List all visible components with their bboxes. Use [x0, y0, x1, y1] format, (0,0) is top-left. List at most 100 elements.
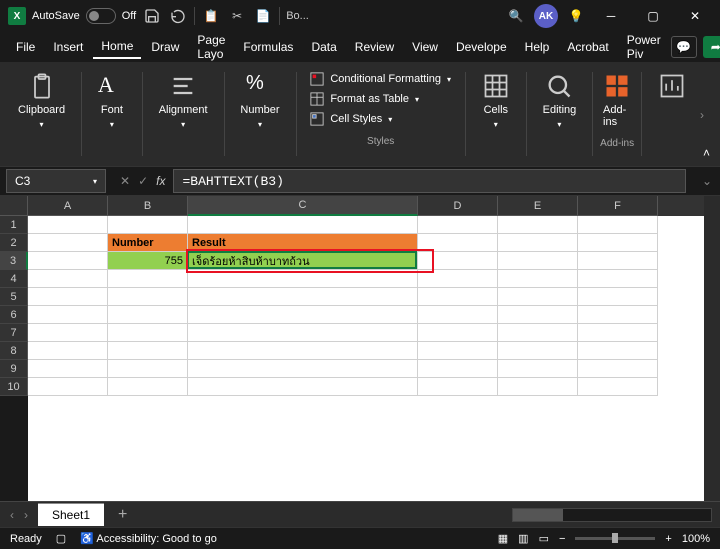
comments-button[interactable]: 💬	[671, 36, 697, 58]
cell-A2[interactable]	[28, 234, 108, 252]
cell-D8[interactable]	[418, 342, 498, 360]
macro-record-icon[interactable]: ▢	[56, 532, 66, 545]
col-header-D[interactable]: D	[418, 196, 498, 216]
cut-icon[interactable]: ✂	[227, 6, 247, 26]
menu-review[interactable]: Review	[347, 36, 402, 58]
cell-F3[interactable]	[578, 252, 658, 270]
col-header-F[interactable]: F	[578, 196, 658, 216]
menu-help[interactable]: Help	[517, 36, 558, 58]
cell-A9[interactable]	[28, 360, 108, 378]
cell-A5[interactable]	[28, 288, 108, 306]
cell-B1[interactable]	[108, 216, 188, 234]
avatar[interactable]: AK	[534, 4, 558, 28]
cell-D9[interactable]	[418, 360, 498, 378]
undo-icon[interactable]	[168, 6, 188, 26]
cell-E2[interactable]	[498, 234, 578, 252]
cell-B5[interactable]	[108, 288, 188, 306]
cell-C3[interactable]: เจ็ดร้อยห้าสิบห้าบาทถ้วน	[188, 252, 418, 270]
cell-D10[interactable]	[418, 378, 498, 396]
cell-E10[interactable]	[498, 378, 578, 396]
number-button[interactable]: % Number▾	[236, 68, 283, 133]
analyze-button[interactable]	[654, 68, 690, 104]
lightbulb-icon[interactable]: 💡	[566, 6, 586, 26]
cell-C9[interactable]	[188, 360, 418, 378]
menu-draw[interactable]: Draw	[143, 36, 187, 58]
clipboard-button[interactable]: Clipboard▾	[14, 68, 69, 133]
menu-page-layout[interactable]: Page Layo	[189, 29, 233, 65]
select-all-corner[interactable]	[0, 196, 28, 216]
cell-A8[interactable]	[28, 342, 108, 360]
col-header-C[interactable]: C	[188, 196, 418, 216]
cell-B8[interactable]	[108, 342, 188, 360]
accept-formula-icon[interactable]: ✓	[138, 174, 148, 188]
menu-acrobat[interactable]: Acrobat	[559, 36, 616, 58]
chevron-down-icon[interactable]: ▾	[93, 177, 97, 186]
row-header-4[interactable]: 4	[0, 270, 28, 288]
horizontal-scrollbar[interactable]	[512, 508, 712, 522]
cell-E5[interactable]	[498, 288, 578, 306]
cell-A7[interactable]	[28, 324, 108, 342]
cell-E3[interactable]	[498, 252, 578, 270]
cancel-formula-icon[interactable]: ✕	[120, 174, 130, 188]
row-header-3[interactable]: 3	[0, 252, 28, 270]
menu-formulas[interactable]: Formulas	[235, 36, 301, 58]
paste-icon[interactable]: 📋	[201, 6, 221, 26]
cell-A10[interactable]	[28, 378, 108, 396]
menu-insert[interactable]: Insert	[45, 36, 91, 58]
menu-developer[interactable]: Develope	[448, 36, 515, 58]
cell-C7[interactable]	[188, 324, 418, 342]
menu-view[interactable]: View	[404, 36, 446, 58]
cell-B2[interactable]: Number	[108, 234, 188, 252]
formula-input[interactable]: =BAHTTEXT(B3)	[173, 169, 685, 193]
menu-home[interactable]: Home	[93, 35, 141, 59]
cell-D1[interactable]	[418, 216, 498, 234]
row-header-8[interactable]: 8	[0, 342, 28, 360]
cell-B7[interactable]	[108, 324, 188, 342]
save-icon[interactable]	[142, 6, 162, 26]
search-icon[interactable]: 🔍	[506, 6, 526, 26]
cell-B9[interactable]	[108, 360, 188, 378]
row-header-5[interactable]: 5	[0, 288, 28, 306]
autosave-toggle[interactable]: AutoSave Off	[32, 8, 136, 24]
conditional-formatting-button[interactable]: Conditional Formatting ▾	[306, 70, 455, 88]
fx-icon[interactable]: fx	[156, 174, 165, 188]
cell-F5[interactable]	[578, 288, 658, 306]
sheet-next-icon[interactable]: ›	[24, 508, 28, 522]
cells-area[interactable]: NumberResult755เจ็ดร้อยห้าสิบห้าบาทถ้วน	[28, 216, 704, 501]
doc-title[interactable]: Bo...	[286, 6, 309, 26]
row-header-7[interactable]: 7	[0, 324, 28, 342]
cell-D3[interactable]	[418, 252, 498, 270]
row-header-1[interactable]: 1	[0, 216, 28, 234]
col-header-E[interactable]: E	[498, 196, 578, 216]
zoom-level[interactable]: 100%	[682, 533, 710, 545]
cell-F9[interactable]	[578, 360, 658, 378]
format-as-table-button[interactable]: Format as Table ▾	[306, 90, 455, 108]
cell-E1[interactable]	[498, 216, 578, 234]
cell-E7[interactable]	[498, 324, 578, 342]
collapse-ribbon-icon[interactable]: ˄	[703, 146, 710, 160]
font-button[interactable]: A Font▾	[94, 68, 130, 133]
row-header-10[interactable]: 10	[0, 378, 28, 396]
cell-D4[interactable]	[418, 270, 498, 288]
alignment-button[interactable]: Alignment▾	[155, 68, 212, 133]
expand-formula-icon[interactable]: ⌄	[694, 174, 720, 188]
minimize-button[interactable]: ─	[594, 2, 628, 30]
cell-E9[interactable]	[498, 360, 578, 378]
cell-F10[interactable]	[578, 378, 658, 396]
copy-icon[interactable]: 📄	[253, 6, 273, 26]
cell-A4[interactable]	[28, 270, 108, 288]
cell-C5[interactable]	[188, 288, 418, 306]
zoom-slider[interactable]	[575, 537, 655, 540]
cell-F2[interactable]	[578, 234, 658, 252]
cell-E8[interactable]	[498, 342, 578, 360]
cell-styles-button[interactable]: Cell Styles ▾	[306, 110, 455, 128]
close-button[interactable]: ✕	[678, 2, 712, 30]
col-header-B[interactable]: B	[108, 196, 188, 216]
cell-F6[interactable]	[578, 306, 658, 324]
row-header-9[interactable]: 9	[0, 360, 28, 378]
cell-A6[interactable]	[28, 306, 108, 324]
cell-D7[interactable]	[418, 324, 498, 342]
cell-A1[interactable]	[28, 216, 108, 234]
cell-D5[interactable]	[418, 288, 498, 306]
cell-C6[interactable]	[188, 306, 418, 324]
